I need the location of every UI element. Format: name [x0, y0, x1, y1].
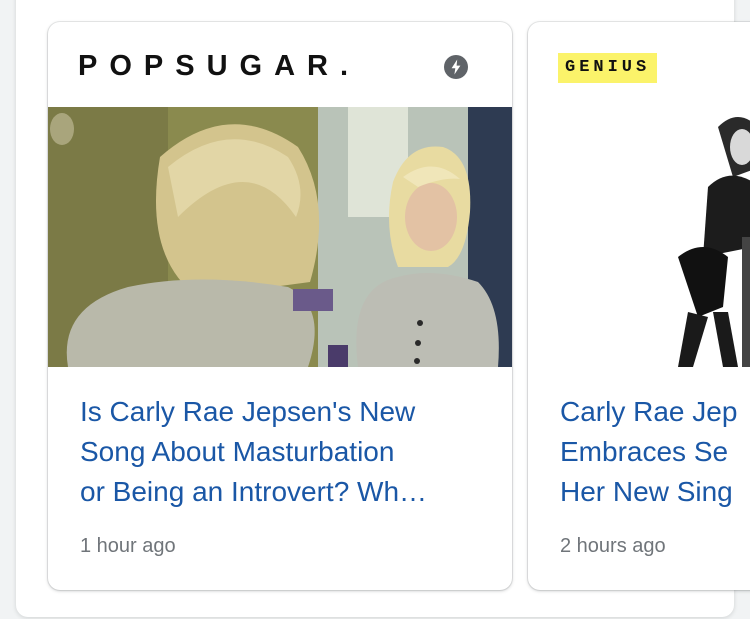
- news-card-genius[interactable]: GENIUS Carly Rae Jep Embraces Se Her New…: [528, 22, 750, 590]
- top-stories-carousel[interactable]: POPSUGAR. Is Carly Rae Jepsen's New Song…: [0, 0, 750, 619]
- publisher-logo-genius: GENIUS: [558, 53, 658, 83]
- article-timestamp: 1 hour ago: [80, 535, 176, 557]
- article-thumbnail[interactable]: [528, 107, 750, 367]
- publisher-logo-popsugar: POPSUGAR.: [78, 50, 361, 82]
- amp-lightning-icon: [444, 55, 468, 79]
- article-headline[interactable]: Carly Rae Jep Embraces Se Her New Sing: [560, 392, 750, 512]
- news-card-popsugar[interactable]: POPSUGAR. Is Carly Rae Jepsen's New Song…: [48, 22, 512, 590]
- article-headline[interactable]: Is Carly Rae Jepsen's New Song About Mas…: [80, 392, 492, 512]
- card-header: POPSUGAR.: [48, 22, 512, 107]
- article-timestamp: 2 hours ago: [560, 535, 666, 557]
- article-thumbnail[interactable]: [48, 107, 512, 367]
- card-header: GENIUS: [528, 22, 750, 107]
